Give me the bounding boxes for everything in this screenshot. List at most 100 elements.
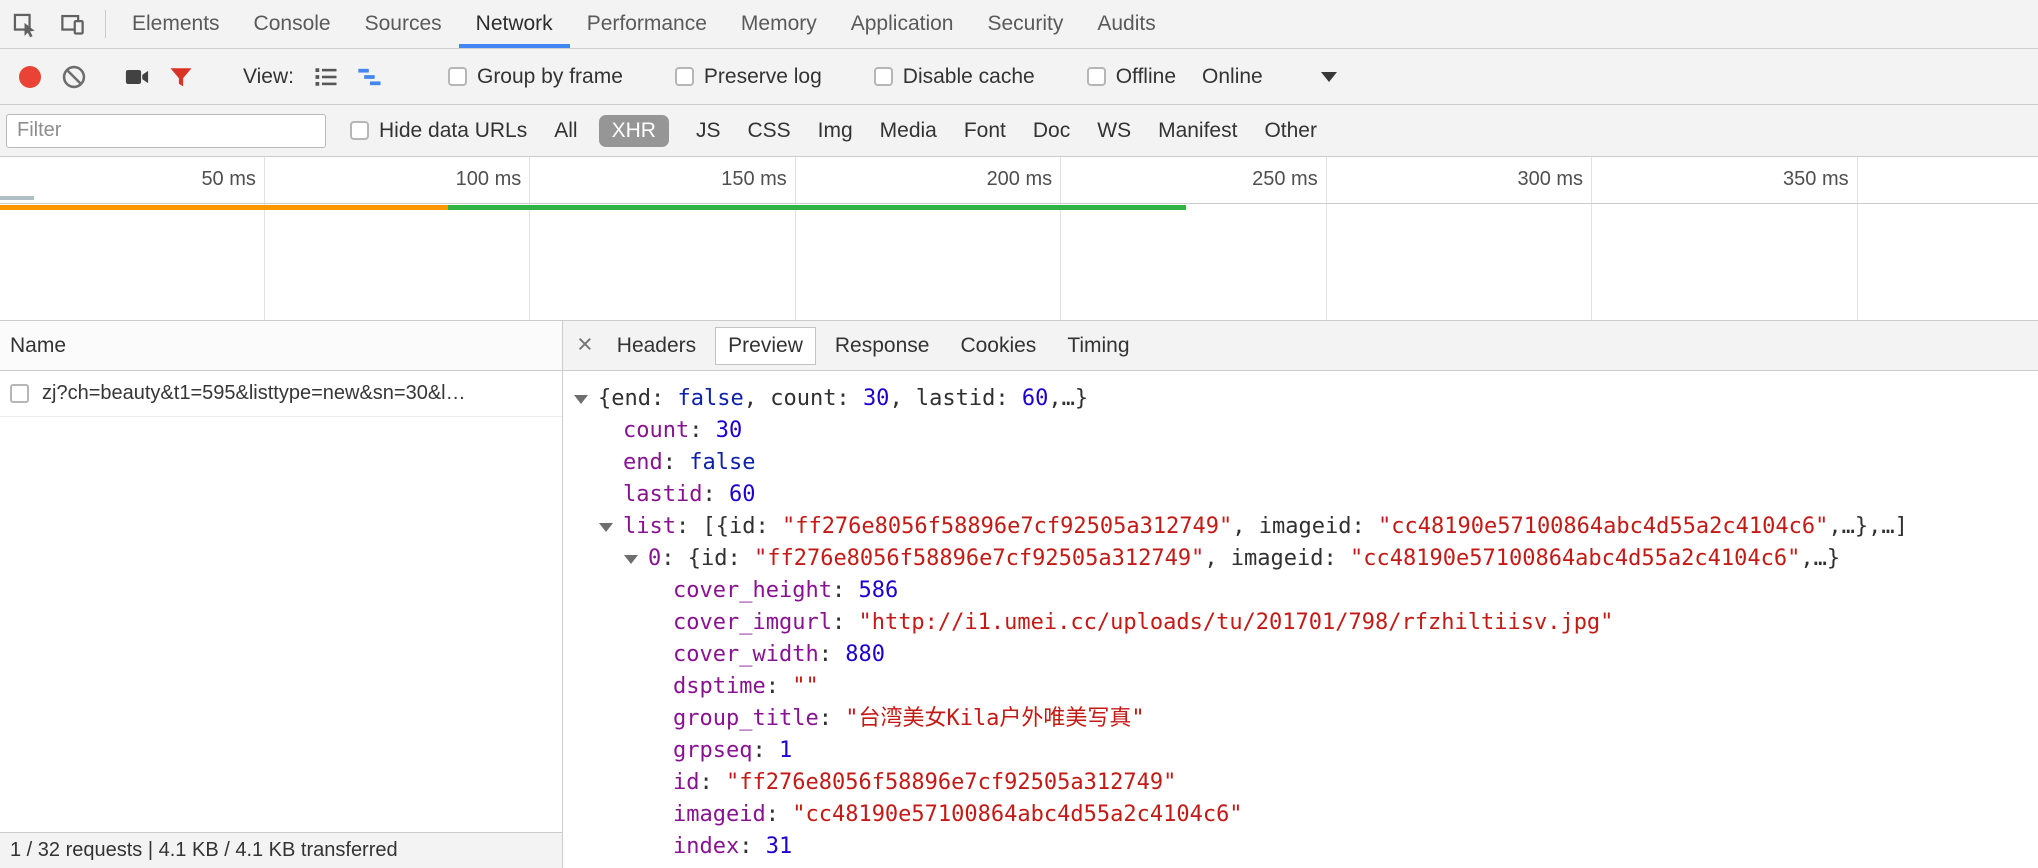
json-number: 1 [779,738,792,763]
tab-sources[interactable]: Sources [348,0,459,48]
status-bar: 1 / 32 requests | 4.1 KB / 4.1 KB transf… [0,832,562,868]
show-overview-button[interactable] [348,55,392,99]
tab-elements[interactable]: Elements [115,0,237,48]
network-overview[interactable]: 50 ms 100 ms 150 ms 200 ms 250 ms 300 ms… [0,157,2038,321]
json-punctuation: : [766,802,793,827]
tab-console[interactable]: Console [237,0,348,48]
network-main: Name zj?ch=beauty&t1=595&listtype=new&sn… [0,321,2038,868]
checkbox-label: Offline [1116,65,1176,89]
json-boolean: false [689,450,755,475]
json-number: 586 [858,578,898,603]
throttling-select[interactable]: Online [1202,65,1337,89]
preview-line: dsptime: "" [563,671,2038,703]
json-punctuation: : [819,706,846,731]
json-punctuation: : [752,738,779,763]
tab-memory[interactable]: Memory [724,0,834,48]
waterfall-icon [356,63,384,91]
json-punctuation: , imageid: [1232,514,1378,539]
preview-line: 0: {id: "ff276e8056f58896e7cf92505a31274… [563,543,2038,575]
use-request-rows-button[interactable] [304,55,348,99]
filter-bar: Hide data URLs All XHR JS CSS Img Media … [0,105,2038,157]
devtools-tabbar: Elements Console Sources Network Perform… [0,0,2038,49]
filter-type-doc[interactable]: Doc [1033,119,1070,143]
json-string: "cc48190e57100864abc4d55a2c4104c6" [1378,514,1828,539]
json-boolean: false [677,386,743,411]
tab-performance[interactable]: Performance [570,0,724,48]
view-label: View: [243,65,294,89]
checkbox-icon [350,121,369,140]
request-name: zj?ch=beauty&t1=595&listtype=new&sn=30&l… [42,382,466,405]
json-punctuation: : [689,418,716,443]
disclosure-triangle-icon[interactable] [624,555,638,564]
filter-button[interactable] [159,55,203,99]
tab-cookies[interactable]: Cookies [948,328,1048,364]
json-string: "ff276e8056f58896e7cf92505a312749" [754,546,1204,571]
device-toolbar-button[interactable] [48,0,96,48]
filter-type-css[interactable]: CSS [747,119,790,143]
filter-type-media[interactable]: Media [880,119,937,143]
json-number: 31 [766,834,793,859]
checkbox-icon [448,67,467,86]
timeline-gridline [1591,157,1592,320]
json-number: 30 [716,418,743,443]
checkbox-label: Hide data URLs [379,119,527,143]
preview-line: end: false [563,447,2038,479]
request-row[interactable]: zj?ch=beauty&t1=595&listtype=new&sn=30&l… [0,371,562,417]
tab-audits[interactable]: Audits [1080,0,1172,48]
record-icon [19,66,41,88]
capture-screenshots-button[interactable] [115,55,159,99]
preserve-log-checkbox[interactable]: Preserve log [675,65,822,89]
filter-type-other[interactable]: Other [1264,119,1317,143]
filter-input[interactable] [6,114,326,148]
json-number: 880 [845,642,885,667]
filter-type-img[interactable]: Img [818,119,853,143]
filter-type-xhr[interactable]: XHR [599,115,669,147]
json-punctuation: ,…} [1800,546,1840,571]
json-punctuation: : [{id: [676,514,782,539]
filter-type-js[interactable]: JS [696,119,721,143]
filter-type-all[interactable]: All [554,119,577,143]
json-punctuation: : [819,642,846,667]
json-key: 0 [648,546,661,571]
json-punctuation: : [832,610,859,635]
tab-application[interactable]: Application [834,0,971,48]
disable-cache-checkbox[interactable]: Disable cache [874,65,1035,89]
preview-tree: {end: false, count: 30, lastid: 60,…}cou… [563,371,2038,868]
json-punctuation: ,…} [1048,386,1088,411]
record-button[interactable] [8,55,52,99]
name-column-header[interactable]: Name [0,321,562,371]
tab-preview[interactable]: Preview [715,327,816,365]
group-by-frame-checkbox[interactable]: Group by frame [448,65,623,89]
preview-line: id: "ff276e8056f58896e7cf92505a312749" [563,767,2038,799]
inspect-element-button[interactable] [0,0,48,48]
close-button[interactable]: × [577,331,593,358]
disclosure-triangle-icon[interactable] [599,523,613,532]
detail-tabbar: × Headers Preview Response Cookies Timin… [563,321,2038,371]
tab-timing[interactable]: Timing [1055,328,1141,364]
json-key: id [673,770,700,795]
tab-headers[interactable]: Headers [605,328,708,364]
filter-type-font[interactable]: Font [964,119,1006,143]
timeline-gridline [795,157,796,320]
network-toolbar: View: Group by frame Preserve log Disabl… [0,49,2038,105]
tab-security[interactable]: Security [970,0,1080,48]
timeline-gridline [529,157,530,320]
clear-button[interactable] [52,55,96,99]
json-string: "http://i1.umei.cc/uploads/tu/201701/798… [858,610,1613,635]
json-number: 30 [863,386,890,411]
json-string: "cc48190e57100864abc4d55a2c4104c6" [1350,546,1800,571]
hide-data-urls-checkbox[interactable]: Hide data URLs [350,119,527,143]
filter-type-manifest[interactable]: Manifest [1158,119,1237,143]
checkbox-icon [675,67,694,86]
timeline-label: 50 ms [124,168,256,191]
disclosure-triangle-icon[interactable] [574,395,588,404]
tab-network[interactable]: Network [459,0,570,48]
preview-line: cover_width: 880 [563,639,2038,671]
funnel-icon [167,63,195,91]
tab-response[interactable]: Response [823,328,942,364]
camera-icon [123,63,151,91]
json-punctuation: ,…},…] [1828,514,1907,539]
json-punctuation: : [700,770,727,795]
offline-checkbox[interactable]: Offline [1087,65,1176,89]
filter-type-ws[interactable]: WS [1097,119,1131,143]
